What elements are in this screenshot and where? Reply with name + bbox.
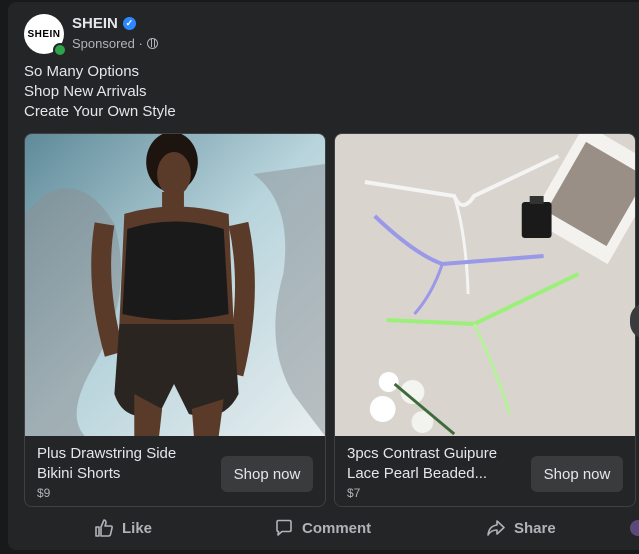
product-title[interactable]: 3pcs Contrast Guipure Lace Pearl Beaded.… xyxy=(347,444,527,484)
product-image-lace-set[interactable] xyxy=(335,134,635,436)
carousel-card-1[interactable]: Plus Drawstring Side Bikini Shorts $9 Sh… xyxy=(24,133,326,507)
post-text-line: So Many Options xyxy=(24,63,140,80)
carousel-card-2[interactable]: 3pcs Contrast Guipure Lace Pearl Beaded.… xyxy=(334,133,636,507)
page-name-row: SHEIN ✓ xyxy=(72,15,136,32)
like-label: Like xyxy=(122,519,153,537)
post-actions-bar: Like Comment Share xyxy=(8,512,639,548)
shop-now-button[interactable]: Shop now xyxy=(531,456,623,492)
card-info: 3pcs Contrast Guipure Lace Pearl Beaded.… xyxy=(335,436,635,506)
product-title-line: Bikini Shorts xyxy=(37,465,121,482)
comment-button[interactable]: Comment xyxy=(274,512,371,544)
sponsored-row: Sponsored · xyxy=(72,36,158,51)
share-label: Share xyxy=(514,519,556,537)
product-title-line: Lace Pearl Beaded... xyxy=(347,465,488,482)
online-status-dot xyxy=(53,43,67,57)
page-name-link[interactable]: SHEIN xyxy=(72,15,118,32)
verified-badge-icon: ✓ xyxy=(122,17,136,30)
comment-icon xyxy=(276,519,292,536)
avatar-logo-text: SHEIN xyxy=(27,28,61,40)
product-title[interactable]: Plus Drawstring Side Bikini Shorts xyxy=(37,444,217,484)
post-text: So Many Options Shop New Arrivals Create… xyxy=(24,62,176,122)
product-price: $7 xyxy=(347,486,361,500)
card-info: Plus Drawstring Side Bikini Shorts $9 Sh… xyxy=(25,436,325,506)
product-image-bikini-shorts[interactable] xyxy=(25,134,325,436)
product-price: $9 xyxy=(37,486,51,500)
post-text-line: Shop New Arrivals xyxy=(24,83,147,100)
ad-post: SHEIN SHEIN ✓ Sponsored · So Many Option… xyxy=(8,2,639,550)
share-button[interactable]: Share xyxy=(486,512,556,544)
post-header: SHEIN SHEIN ✓ Sponsored · xyxy=(24,14,424,58)
thumbs-up-icon xyxy=(95,519,113,537)
sponsored-label[interactable]: Sponsored · xyxy=(72,36,143,51)
like-button[interactable]: Like xyxy=(94,512,152,544)
globe-icon xyxy=(146,38,158,49)
reaction-avatar[interactable] xyxy=(630,520,639,536)
product-title-line: 3pcs Contrast Guipure xyxy=(347,445,498,462)
comment-label: Comment xyxy=(302,519,372,537)
product-title-line: Plus Drawstring Side xyxy=(37,445,177,462)
share-icon xyxy=(487,520,505,536)
post-text-line: Create Your Own Style xyxy=(24,103,176,120)
shop-now-button[interactable]: Shop now xyxy=(221,456,313,492)
